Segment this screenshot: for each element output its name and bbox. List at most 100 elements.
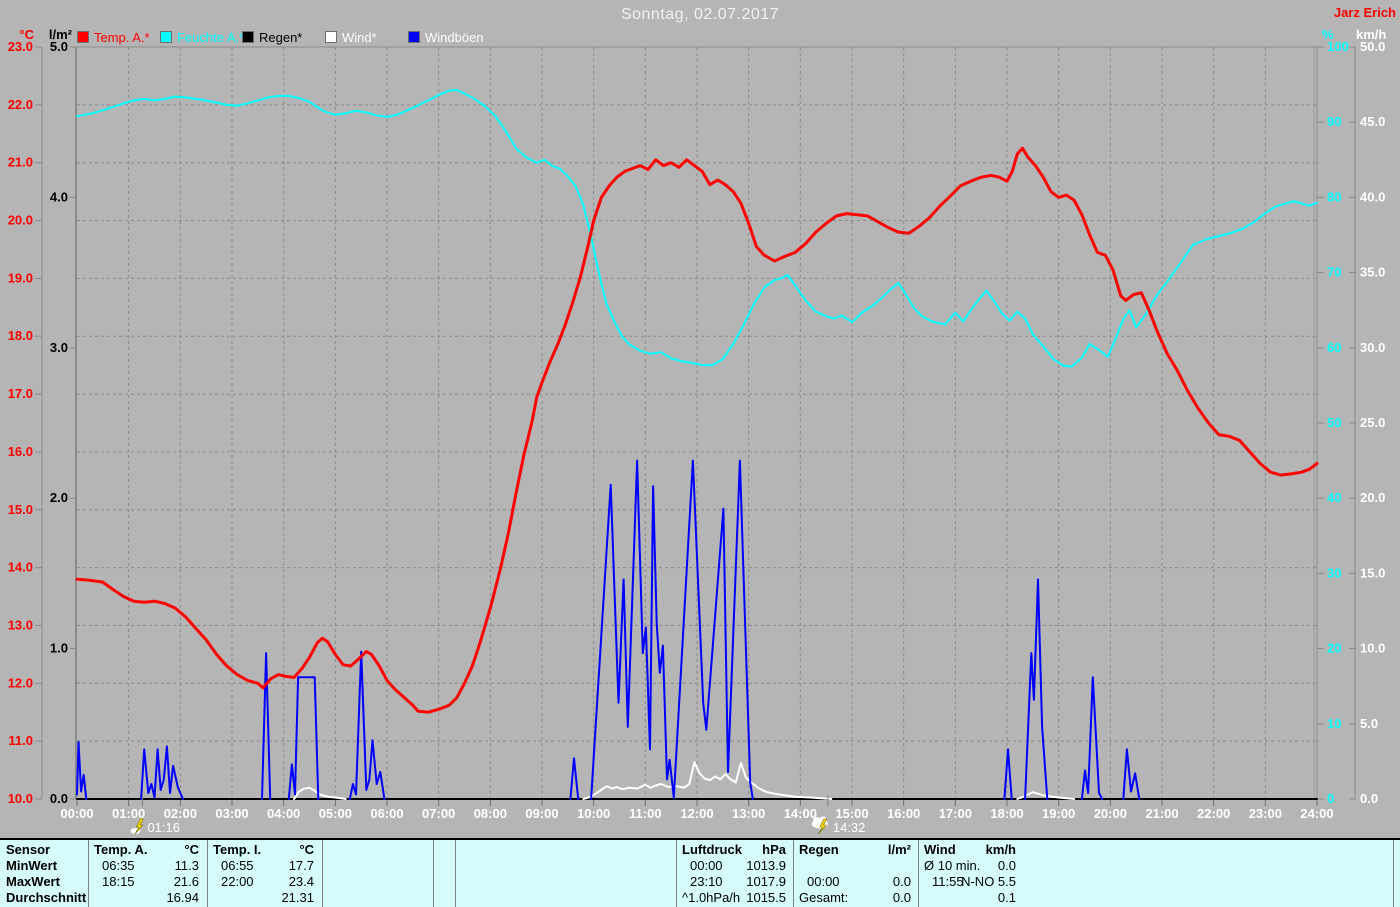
series-windböen [287,676,320,800]
humidity-axis-tick-label: 90 [1327,114,1341,129]
table-column-divider [433,840,434,907]
humidity-axis-tick-label: 20 [1327,641,1341,656]
table-row-value: 0.0 [892,874,911,889]
humidity-axis-tick-label: 70 [1327,265,1341,280]
x-axis-tick-label: 22:00 [1197,806,1230,821]
series-windböen [76,740,88,800]
table-unit-label: °C [184,842,199,857]
x-axis-tick-label: 05:00 [319,806,352,821]
series-tempa [75,146,1319,714]
humidity-axis-tick-label: 30 [1327,565,1341,580]
table-row-value: 1013.9 [746,858,786,873]
table-unit-label: l/m² [887,842,911,857]
x-axis-tick-label: 12:00 [680,806,713,821]
table-unit-label: hPa [762,842,786,857]
table-row-value: 21.31 [281,890,314,905]
temp-axis-tick-label: 23.0 [8,39,33,54]
series-wind [582,761,833,800]
marker-time-label: 01:16 [147,820,180,835]
series-windböen [1122,748,1141,800]
wind-axis-tick-label: 5.0 [1360,716,1378,731]
temp-axis-tick-label: 20.0 [8,213,33,228]
table-row-value: 1015.5 [746,890,786,905]
wind-axis-tick-label: 15.0 [1360,565,1385,580]
rain-axis-tick-label: 2.0 [50,490,68,505]
table-column-divider [1393,840,1394,907]
table-row-value: 17.7 [288,858,314,873]
table-row-value: 0.0 [997,858,1016,873]
rain-axis-tick-label: 5.0 [50,39,68,54]
x-axis-tick-label: 00:00 [60,806,93,821]
temp-axis-tick-label: 11.0 [8,733,33,748]
x-axis-tick-label: 13:00 [732,806,765,821]
temp-axis-tick-label: 15.0 [8,502,33,517]
series-windböen [140,745,184,800]
table-header-sensor: Sensor [6,842,51,857]
x-axis-tick-label: 20:00 [1094,806,1127,821]
table-unit-label: km/h [985,842,1016,857]
temp-axis-tick-label: 14.0 [8,560,33,575]
humidity-axis-tick-label: 60 [1327,340,1341,355]
table-row-value: 0.1 [997,890,1016,905]
x-axis-tick-label: 11:00 [629,806,662,821]
x-axis-tick-label: 14:00 [784,806,817,821]
x-axis-tick-label: 18:00 [990,806,1023,821]
table-row-value: 16.94 [166,890,199,905]
table-row-label: MinWert [6,858,58,873]
wind-axis-tick-label: 50.0 [1360,39,1385,54]
x-axis-tick-label: 03:00 [215,806,248,821]
temp-axis-tick-label: 16.0 [8,444,33,459]
x-axis-tick-label: 19:00 [1042,806,1075,821]
humidity-axis-tick-label: 10 [1327,716,1341,731]
temp-axis-tick-label: 21.0 [8,155,33,170]
table-row-value: 0.0 [892,890,911,905]
series-windböen [1024,578,1049,800]
table-row-value: N-NO 5.5 [961,874,1016,889]
wind-axis-tick-label: 30.0 [1360,340,1385,355]
temp-axis-tick-label: 17.0 [8,386,33,401]
table-row-value: 21.6 [173,874,199,889]
temp-axis-tick-label: 12.0 [8,675,33,690]
rain-axis-tick-label: 0.0 [50,791,68,806]
wind-axis-tick-label: 40.0 [1360,189,1385,204]
wind-axis-tick-label: 0.0 [1360,791,1378,806]
weather-chart-screen: Sonntag, 02.07.2017 Jarz Erich °C l/m² %… [0,0,1400,907]
humidity-axis-tick-label: 50 [1327,415,1341,430]
wind-axis-tick-label: 45.0 [1360,114,1385,129]
x-axis-tick-label: 17:00 [939,806,972,821]
table-column-divider [322,840,323,907]
temp-axis-tick-label: 22.0 [8,97,33,112]
temp-axis-tick-label: 10.0 [8,791,33,806]
x-axis-tick-label: 08:00 [474,806,507,821]
wind-axis-tick-label: 10.0 [1360,641,1385,656]
table-row-value: 23.4 [288,874,314,889]
x-axis-tick-label: 10:00 [577,806,610,821]
wind-axis-tick-label: 25.0 [1360,415,1385,430]
temp-axis-tick-label: 13.0 [8,617,33,632]
rain-axis-tick-label: 3.0 [50,340,68,355]
table-row-label: Durchschnitt [6,890,87,905]
humidity-axis-tick-label: 100 [1327,39,1349,54]
x-axis-tick-label: 21:00 [1145,806,1178,821]
marker-time-label: 14:32 [833,820,866,835]
x-axis-tick-label: 04:00 [267,806,300,821]
temp-axis-tick-label: 18.0 [8,328,33,343]
series-wind [293,786,347,800]
x-axis-tick-label: 07:00 [422,806,455,821]
series-windböen [590,459,754,800]
series-windböen [569,757,580,800]
rain-axis-tick-label: 4.0 [50,189,68,204]
wind-axis-tick-label: 35.0 [1360,265,1385,280]
table-unit-label: °C [299,842,314,857]
x-axis-tick-label: 06:00 [370,806,403,821]
x-axis-tick-label: 09:00 [525,806,558,821]
x-axis-tick-label: 23:00 [1249,806,1282,821]
humidity-axis-tick-label: 80 [1327,189,1341,204]
series-windböen [1003,748,1013,800]
table-row-value: 11.3 [174,858,199,873]
weather-chart: 10.0 11.0 12.0 13.0 14.0 15.0 16.0 17.0 18.0 19.0… [8,39,1386,835]
x-axis-tick-label: 16:00 [887,806,920,821]
stats-table: Sensor MinWert MaxWert Durchschnitt Temp. A.… [0,838,1400,907]
rain-axis-tick-label: 1.0 [50,641,68,656]
humidity-axis-tick-label: 0 [1327,791,1334,806]
